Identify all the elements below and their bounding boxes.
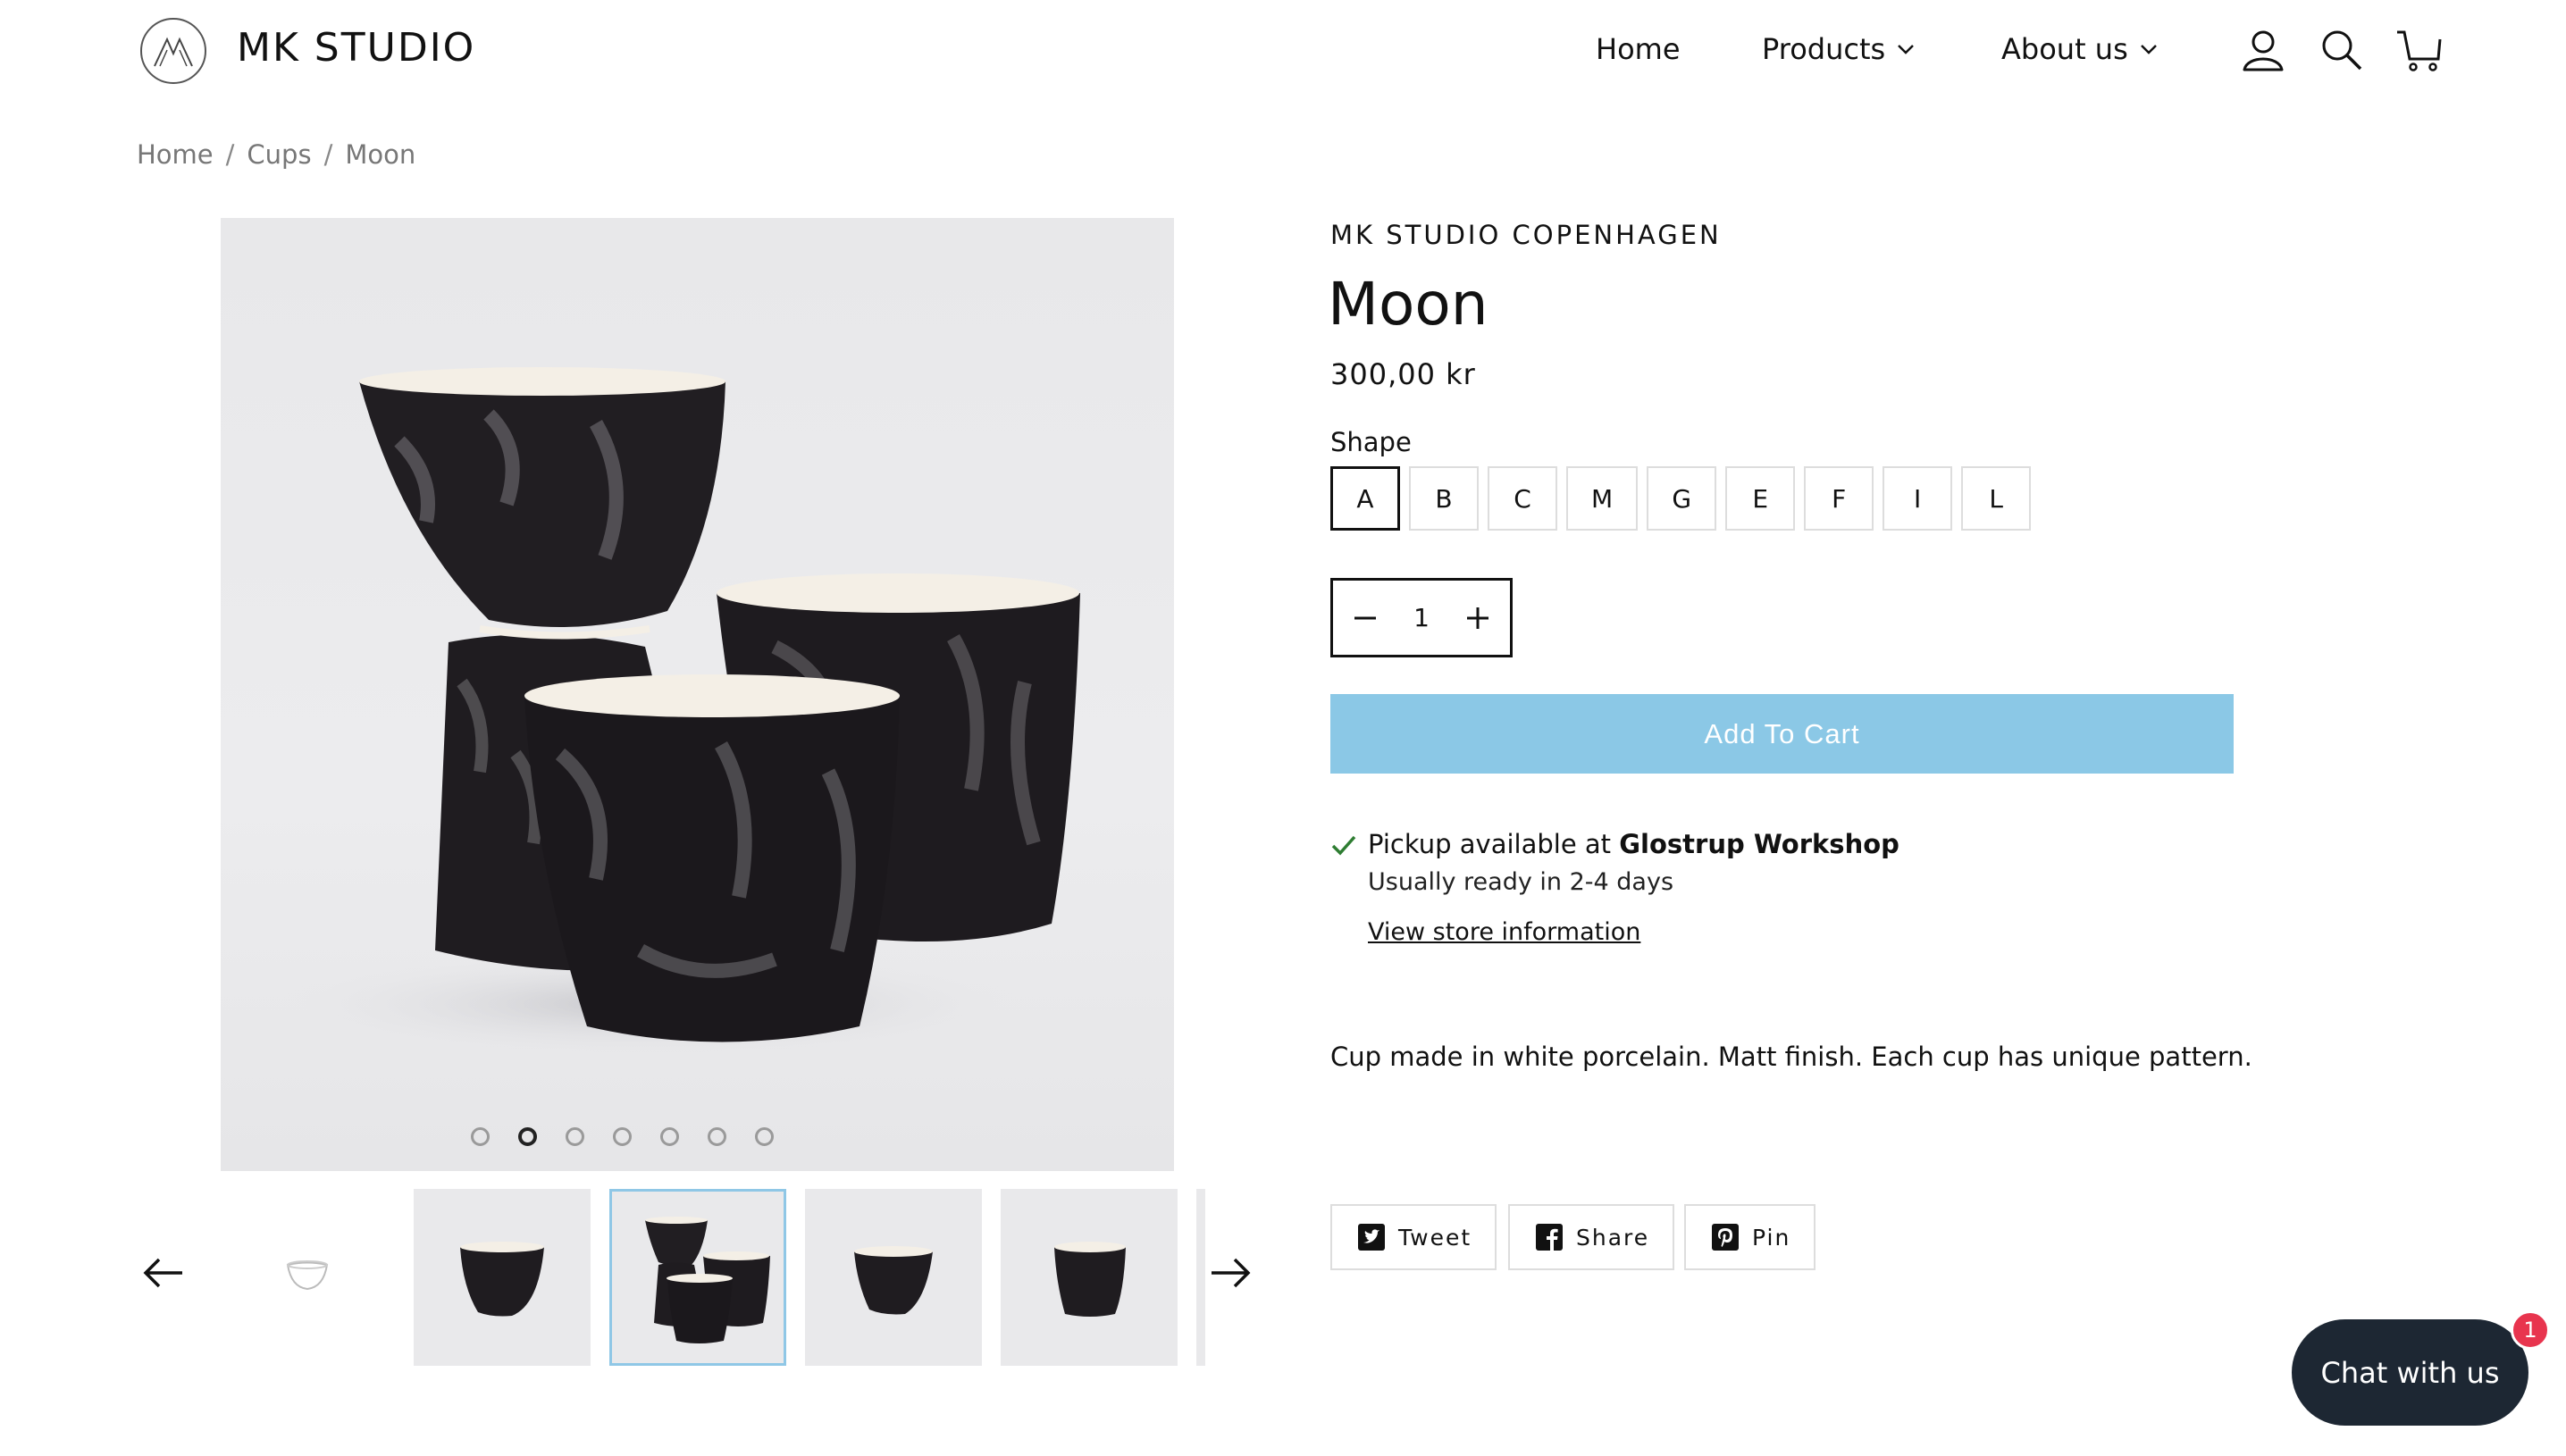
site-header: MK STUDIO Home Products About us	[0, 0, 2566, 100]
nav-home-label: Home	[1596, 32, 1681, 66]
shape-selector: A B C M G E F I L	[1330, 466, 2032, 531]
pin-button[interactable]: Pin	[1684, 1204, 1816, 1270]
product-description: Cup made in white porcelain. Matt finish…	[1330, 1042, 2252, 1072]
product-main-image[interactable]	[221, 218, 1174, 1171]
quantity-stepper: 1	[1330, 578, 1513, 657]
share-label: Share	[1576, 1224, 1650, 1251]
nav-products-label: Products	[1762, 32, 1886, 66]
breadcrumb-separator: /	[225, 139, 235, 170]
cart-icon[interactable]	[2395, 27, 2442, 73]
pinterest-icon	[1712, 1224, 1739, 1251]
thumbnail[interactable]	[414, 1189, 591, 1366]
arrow-left-icon[interactable]	[141, 1251, 186, 1295]
thumbnail[interactable]	[805, 1189, 982, 1366]
shape-label: Shape	[1330, 427, 1412, 457]
product-vendor: MK STUDIO COPENHAGEN	[1330, 220, 1722, 250]
view-store-info-link[interactable]: View store information	[1368, 918, 1640, 946]
thumbnail-image	[1054, 1242, 1126, 1317]
gallery-dot[interactable]	[613, 1127, 632, 1146]
add-to-cart-button[interactable]: Add To Cart	[1330, 694, 2234, 774]
shape-option-f[interactable]: F	[1804, 466, 1874, 531]
facebook-icon	[1536, 1224, 1563, 1251]
breadcrumb: Home / Cups / Moon	[137, 139, 415, 170]
gallery-dot[interactable]	[660, 1127, 679, 1146]
account-icon[interactable]	[2240, 27, 2286, 73]
nav-about[interactable]: About us	[2001, 32, 2159, 66]
share-button[interactable]: Share	[1508, 1204, 1675, 1270]
brand-name[interactable]: MK STUDIO	[237, 25, 475, 71]
breadcrumb-cups[interactable]: Cups	[247, 139, 311, 170]
tweet-button[interactable]: Tweet	[1330, 1204, 1497, 1270]
arrow-right-icon[interactable]	[1208, 1251, 1253, 1295]
chevron-down-icon	[1898, 45, 1915, 54]
thumbnail-partial[interactable]	[1196, 1189, 1205, 1366]
gallery-dot[interactable]	[566, 1127, 584, 1146]
gallery-dot[interactable]	[471, 1127, 490, 1146]
quantity-value[interactable]: 1	[1413, 603, 1430, 632]
search-icon[interactable]	[2319, 27, 2365, 73]
pickup-location: Glostrup Workshop	[1619, 829, 1899, 859]
shape-option-c[interactable]: C	[1488, 466, 1557, 531]
logo-icon[interactable]	[140, 18, 206, 84]
gallery-dot[interactable]	[755, 1127, 774, 1146]
shape-option-b[interactable]: B	[1409, 466, 1479, 531]
nav-products[interactable]: Products	[1762, 32, 1916, 66]
nav-home[interactable]: Home	[1596, 32, 1681, 66]
cups-photo	[274, 367, 1080, 1058]
product-title: Moon	[1328, 270, 1488, 339]
product-price: 300,00 kr	[1330, 357, 1476, 391]
chevron-down-icon	[2140, 45, 2157, 54]
breadcrumb-home[interactable]: Home	[137, 139, 214, 170]
plus-icon[interactable]	[1460, 600, 1496, 636]
chat-button[interactable]: Chat with us	[2292, 1319, 2528, 1426]
pickup-availability: Pickup available at Glostrup Workshop	[1368, 829, 1899, 859]
minus-icon[interactable]	[1347, 600, 1383, 636]
tweet-label: Tweet	[1398, 1224, 1472, 1251]
shape-option-l[interactable]: L	[1961, 466, 2032, 531]
thumbnail-image	[286, 1260, 329, 1291]
nav-about-label: About us	[2001, 32, 2128, 66]
shape-option-a[interactable]: A	[1330, 466, 1400, 531]
pickup-ready-time: Usually ready in 2-4 days	[1368, 868, 1674, 896]
check-icon	[1331, 835, 1356, 856]
breadcrumb-current: Moon	[345, 139, 416, 170]
pin-label: Pin	[1752, 1224, 1791, 1251]
shape-option-m[interactable]: M	[1566, 466, 1639, 531]
gallery-dot[interactable]	[708, 1127, 726, 1146]
pickup-prefix: Pickup available at	[1368, 829, 1620, 859]
twitter-icon	[1358, 1224, 1385, 1251]
shape-option-e[interactable]: E	[1725, 466, 1796, 531]
thumbnail-image	[854, 1246, 933, 1315]
thumbnail-image	[645, 1217, 770, 1343]
thumbnail[interactable]	[1001, 1189, 1178, 1366]
shape-option-g[interactable]: G	[1647, 466, 1717, 531]
chat-notification-badge: 1	[2511, 1310, 2550, 1350]
shape-option-i[interactable]: I	[1883, 466, 1953, 531]
gallery-dots	[221, 1127, 1099, 1146]
thumbnail-image	[460, 1242, 544, 1317]
chat-label: Chat with us	[2320, 1355, 2500, 1390]
thumbnail-selected[interactable]	[609, 1189, 786, 1366]
thumbnail[interactable]	[218, 1189, 395, 1366]
gallery-dot-active[interactable]	[518, 1127, 537, 1146]
breadcrumb-separator: /	[323, 139, 333, 170]
